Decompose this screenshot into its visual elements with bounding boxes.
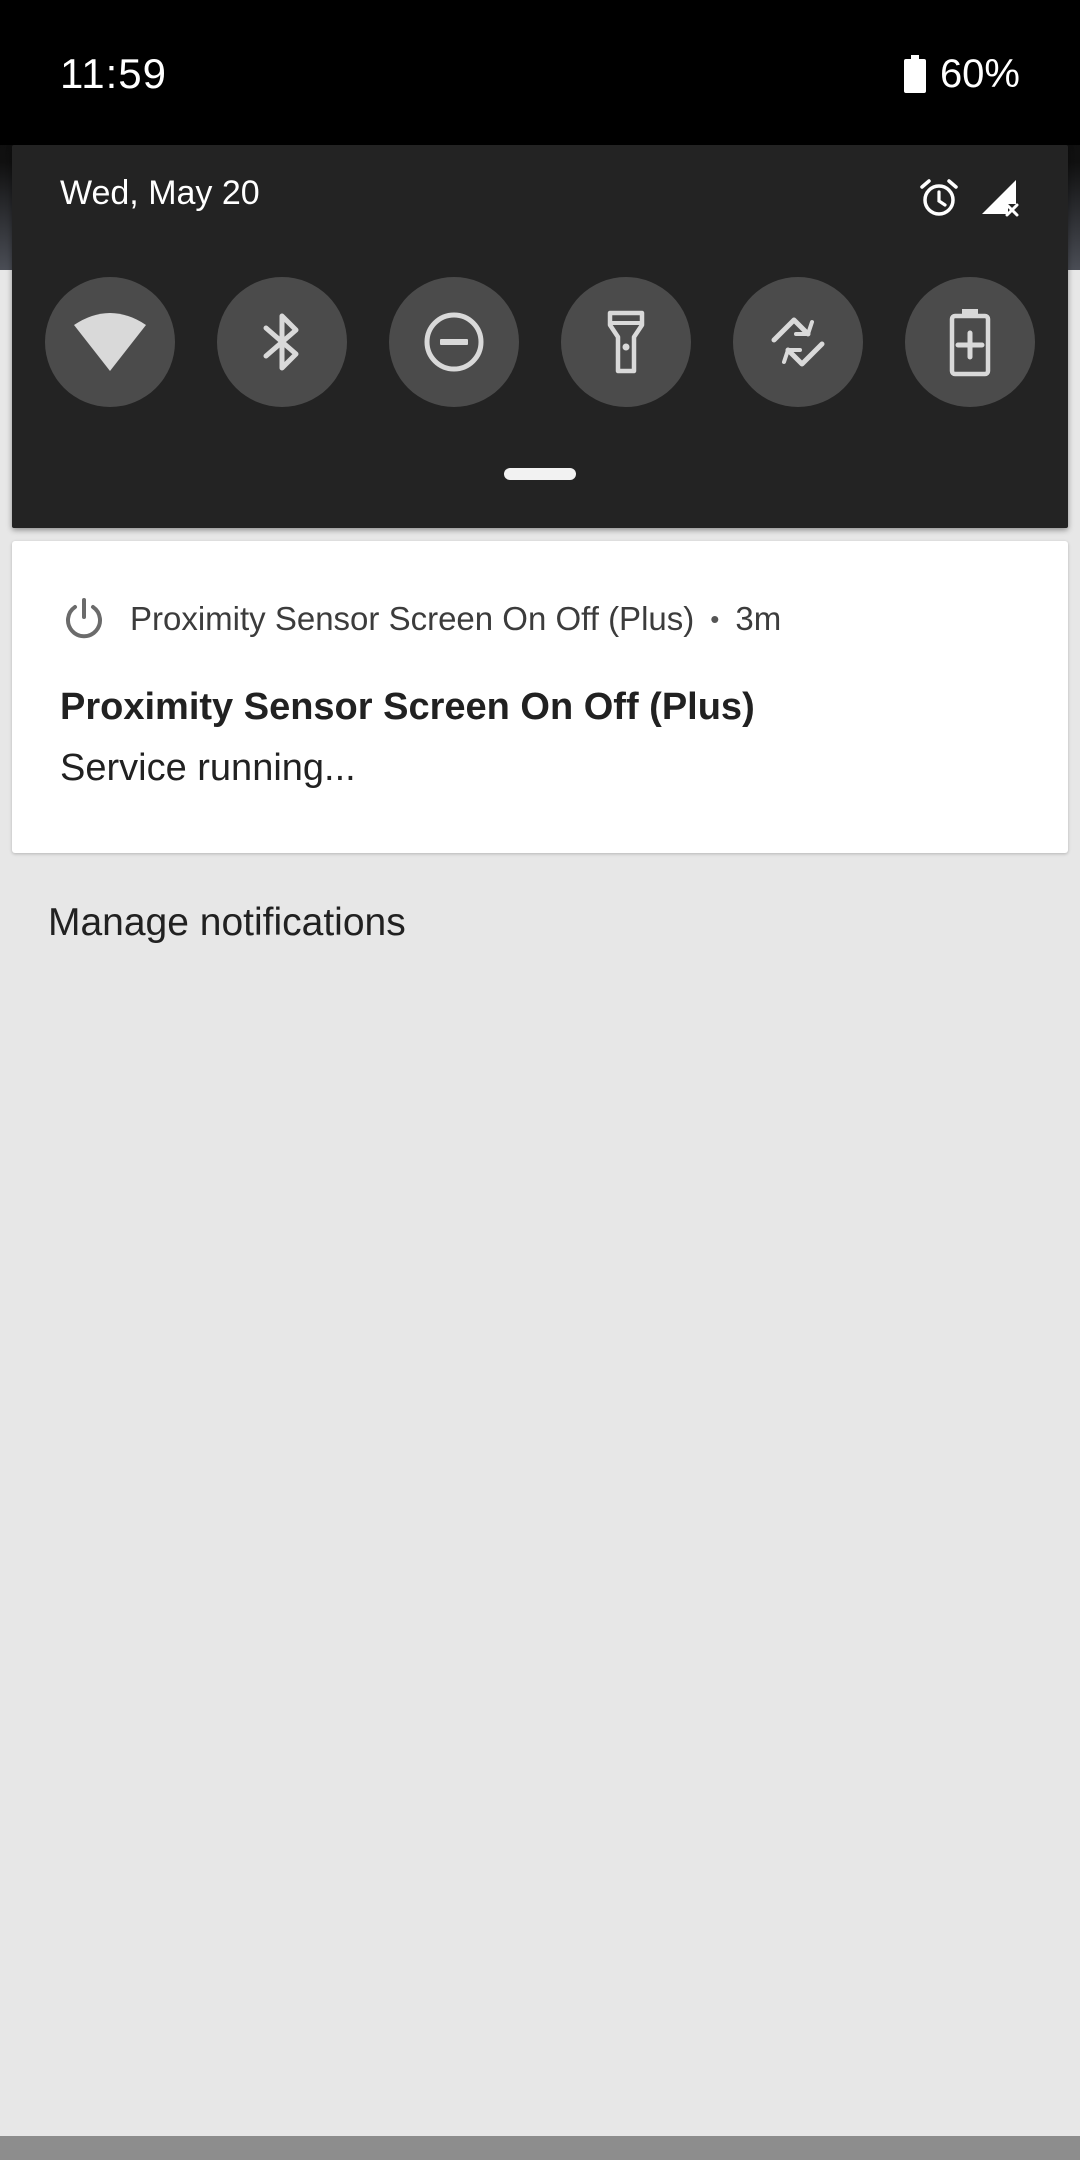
status-time: 11:59	[60, 50, 167, 97]
notification-header: Proximity Sensor Screen On Off (Plus) • …	[62, 593, 781, 645]
qs-status-icons	[918, 177, 1020, 219]
alarm-icon[interactable]	[918, 177, 960, 219]
notification-card[interactable]: Proximity Sensor Screen On Off (Plus) • …	[12, 541, 1068, 853]
notification-separator: •	[710, 603, 720, 634]
manage-notifications-button[interactable]: Manage notifications	[48, 898, 406, 948]
notification-time: 3m	[735, 600, 782, 637]
tile-flashlight[interactable]	[561, 277, 691, 407]
do-not-disturb-icon	[424, 312, 484, 372]
bluetooth-icon	[263, 313, 299, 371]
tile-battery-saver[interactable]	[905, 277, 1035, 407]
battery-icon	[903, 55, 926, 93]
drag-handle[interactable]	[504, 468, 576, 480]
notification-app-name: Proximity Sensor Screen On Off (Plus)	[130, 600, 695, 637]
tile-do-not-disturb[interactable]	[389, 277, 519, 407]
quick-settings-tiles	[45, 277, 1035, 409]
wifi-icon	[74, 313, 146, 371]
battery-percent: 60%	[939, 52, 1020, 96]
qs-date[interactable]: Wed, May 20	[60, 171, 260, 215]
flashlight-icon	[607, 310, 645, 374]
tile-wifi[interactable]	[45, 277, 175, 407]
power-icon	[66, 598, 102, 639]
auto-rotate-icon	[771, 317, 825, 367]
navigation-bar	[0, 2136, 1080, 2160]
notification-text: Service running...	[60, 747, 356, 789]
notification-title: Proximity Sensor Screen On Off (Plus)	[60, 686, 755, 728]
status-right: 60%	[903, 50, 1020, 98]
tile-bluetooth[interactable]	[217, 277, 347, 407]
battery-saver-icon	[949, 309, 991, 377]
signal-no-service-icon	[982, 180, 1019, 217]
quick-settings-panel[interactable]: Wed, May 20	[12, 145, 1068, 528]
tile-auto-rotate[interactable]	[733, 277, 863, 407]
status-bar: 11:59 60%	[0, 0, 1080, 145]
